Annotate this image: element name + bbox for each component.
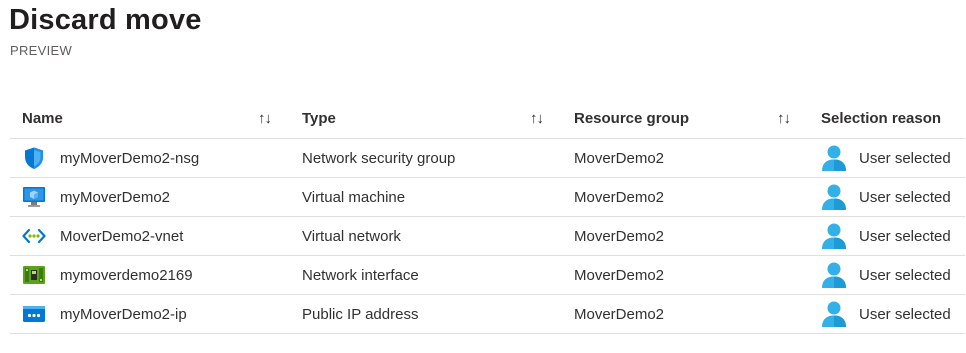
name-cell: MoverDemo2-vnet: [22, 217, 183, 255]
user-icon: [821, 183, 847, 211]
name-cell: myMoverDemo2-ip: [22, 295, 187, 333]
selection-reason-cell: User selected: [821, 178, 951, 216]
resource-group-cell: MoverDemo2: [574, 188, 665, 206]
resource-group-cell: MoverDemo2: [574, 305, 665, 323]
selection-reason-text: User selected: [859, 266, 951, 284]
type-cell: Public IP address: [302, 305, 419, 323]
resource-group-cell: MoverDemo2: [574, 227, 665, 245]
resource-name: mymoverdemo2169: [60, 266, 193, 284]
virtual-machine-icon: [22, 185, 46, 209]
type-cell: Network interface: [302, 266, 419, 284]
page-title: Discard move: [9, 4, 202, 36]
table-header-row: Name ↑↓ Type ↑↓ Resource group ↑↓ Select…: [10, 99, 965, 139]
table-row[interactable]: myMoverDemo2-nsg Network security group …: [10, 139, 965, 178]
network-security-group-icon: [22, 146, 46, 170]
user-icon: [821, 222, 847, 250]
resource-name: myMoverDemo2: [60, 188, 171, 206]
user-icon: [821, 300, 847, 328]
virtual-network-icon: [22, 224, 46, 248]
public-ip-address-icon: [22, 302, 46, 326]
name-cell: myMoverDemo2: [22, 178, 170, 216]
resource-name: myMoverDemo2-ip: [60, 305, 187, 323]
selection-reason-text: User selected: [859, 149, 951, 167]
network-interface-icon: [22, 263, 46, 287]
table-row[interactable]: myMoverDemo2-ip Public IP address MoverD…: [10, 295, 965, 334]
resource-group-cell: MoverDemo2: [574, 149, 665, 167]
selection-reason-cell: User selected: [821, 139, 951, 177]
column-header-resource-group[interactable]: Resource group: [574, 99, 689, 138]
sort-name-icon[interactable]: ↑↓: [258, 99, 272, 138]
selection-reason-text: User selected: [859, 305, 951, 323]
selection-reason-cell: User selected: [821, 295, 951, 333]
type-cell: Network security group: [302, 149, 456, 167]
resources-table: Name ↑↓ Type ↑↓ Resource group ↑↓ Select…: [10, 99, 965, 334]
column-header-type[interactable]: Type: [302, 99, 336, 138]
resource-group-cell: MoverDemo2: [574, 266, 665, 284]
sort-resource-group-icon[interactable]: ↑↓: [777, 99, 791, 138]
type-cell: Virtual network: [302, 227, 401, 245]
page-subtitle: PREVIEW: [10, 43, 73, 58]
column-header-selection-reason: Selection reason: [821, 110, 942, 127]
table-row[interactable]: MoverDemo2-vnet Virtual network MoverDem…: [10, 217, 965, 256]
selection-reason-cell: User selected: [821, 256, 951, 294]
resource-name: MoverDemo2-vnet: [60, 227, 184, 245]
selection-reason-cell: User selected: [821, 217, 951, 255]
selection-reason-text: User selected: [859, 227, 951, 245]
type-cell: Virtual machine: [302, 188, 406, 206]
name-cell: mymoverdemo2169: [22, 256, 193, 294]
user-icon: [821, 144, 847, 172]
name-cell: myMoverDemo2-nsg: [22, 139, 199, 177]
resource-name: myMoverDemo2-nsg: [60, 149, 200, 167]
table-row[interactable]: mymoverdemo2169 Network interface MoverD…: [10, 256, 965, 295]
table-row[interactable]: myMoverDemo2 Virtual machine MoverDemo2 …: [10, 178, 965, 217]
selection-reason-text: User selected: [859, 188, 951, 206]
user-icon: [821, 261, 847, 289]
column-header-name[interactable]: Name: [22, 99, 63, 138]
sort-type-icon[interactable]: ↑↓: [530, 99, 544, 138]
